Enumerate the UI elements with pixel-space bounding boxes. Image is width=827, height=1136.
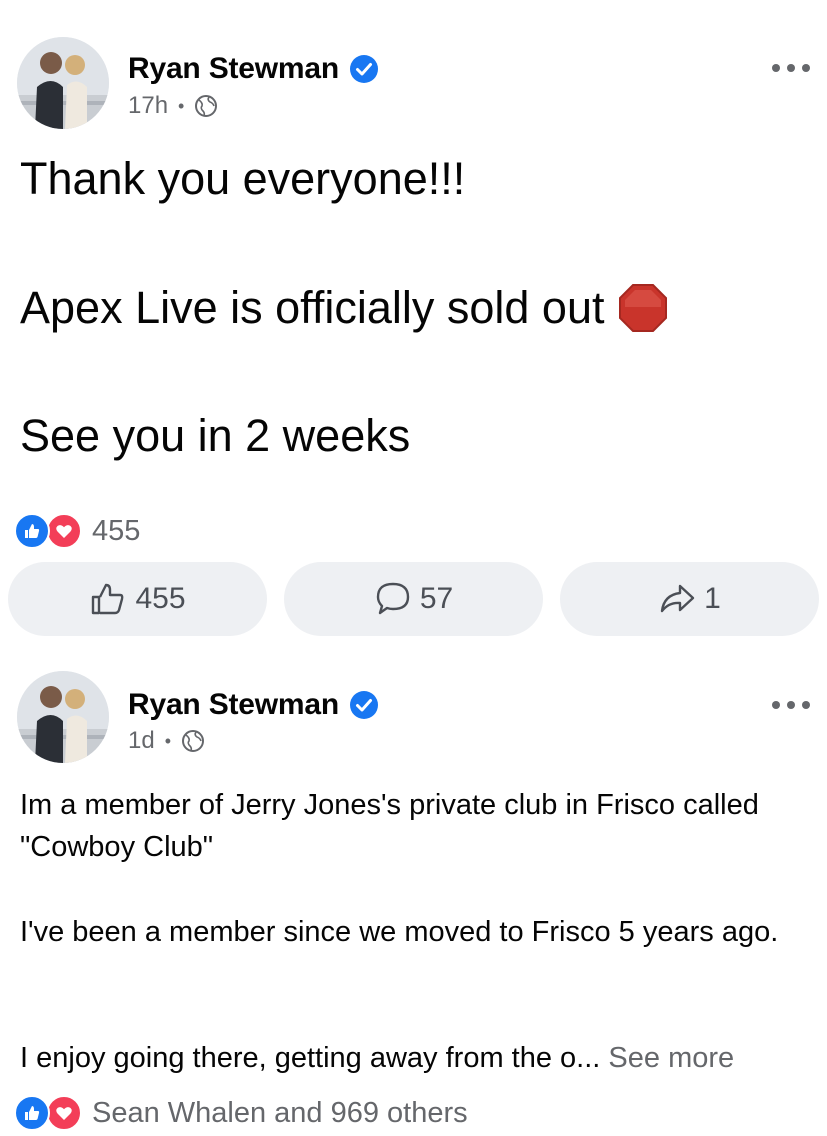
reaction-icons xyxy=(14,1095,84,1131)
reaction-summary[interactable]: Sean Whalen and 969 others xyxy=(14,1095,468,1131)
globe-icon xyxy=(195,95,218,117)
post-meta: 1d • xyxy=(128,727,205,755)
post-time[interactable]: 1d xyxy=(128,727,155,755)
post-meta: 17h • xyxy=(128,92,218,120)
more-icon[interactable] xyxy=(772,695,810,715)
avatar[interactable] xyxy=(17,671,109,763)
author-row: Ryan Stewman xyxy=(128,52,379,86)
post-text-line: See you in 2 weeks xyxy=(20,410,411,461)
globe-icon xyxy=(182,730,205,752)
post-paragraph: I've been a member since we moved to Fri… xyxy=(20,916,779,948)
love-reaction-icon xyxy=(46,1095,82,1131)
see-more-link[interactable]: See more xyxy=(608,1042,734,1074)
post-text-line: Apex Live is officially sold out xyxy=(20,282,605,333)
post-paragraph-truncated: I enjoy going there, getting away from t… xyxy=(20,1037,810,1079)
stop-sign-icon xyxy=(619,284,668,332)
post-1: Ryan Stewman 17h • Thank you everyone!!!… xyxy=(0,0,827,655)
thumbs-up-icon xyxy=(92,583,124,615)
author-name[interactable]: Ryan Stewman xyxy=(128,688,339,722)
comment-icon xyxy=(376,582,410,615)
reaction-summary[interactable]: 455 xyxy=(14,513,140,549)
avatar[interactable] xyxy=(17,37,109,129)
post-paragraph: Im a member of Jerry Jones's private clu… xyxy=(20,789,759,863)
like-button[interactable]: 455 xyxy=(8,562,267,636)
post-2: Ryan Stewman 1d • Im a member of Jerry J… xyxy=(0,655,827,1136)
more-icon[interactable] xyxy=(772,58,810,78)
verified-icon xyxy=(350,55,378,83)
like-reaction-icon xyxy=(14,513,50,549)
share-button[interactable]: 1 xyxy=(560,562,819,636)
reaction-icons xyxy=(14,513,84,549)
post-time[interactable]: 17h xyxy=(128,92,168,120)
separator-dot: • xyxy=(164,730,172,751)
reaction-count: 455 xyxy=(92,514,141,547)
share-count: 1 xyxy=(704,582,721,615)
comment-count: 57 xyxy=(419,582,454,615)
like-count: 455 xyxy=(135,582,186,615)
post-text-line: Thank you everyone!!! xyxy=(20,153,466,204)
post-paragraph: I enjoy going there, getting away from t… xyxy=(20,1042,601,1074)
post-text-line-with-emoji: Apex Live is officially sold out xyxy=(20,281,668,335)
author-row: Ryan Stewman xyxy=(128,688,379,722)
like-reaction-icon xyxy=(14,1095,50,1131)
verified-icon xyxy=(350,691,378,719)
reaction-names: Sean Whalen and 969 others xyxy=(92,1096,468,1129)
love-reaction-icon xyxy=(46,513,82,549)
separator-dot: • xyxy=(178,95,185,116)
author-name[interactable]: Ryan Stewman xyxy=(128,52,339,86)
comment-button[interactable]: 57 xyxy=(284,562,543,636)
action-bar: 455 57 1 xyxy=(8,562,819,636)
share-icon xyxy=(660,584,695,613)
